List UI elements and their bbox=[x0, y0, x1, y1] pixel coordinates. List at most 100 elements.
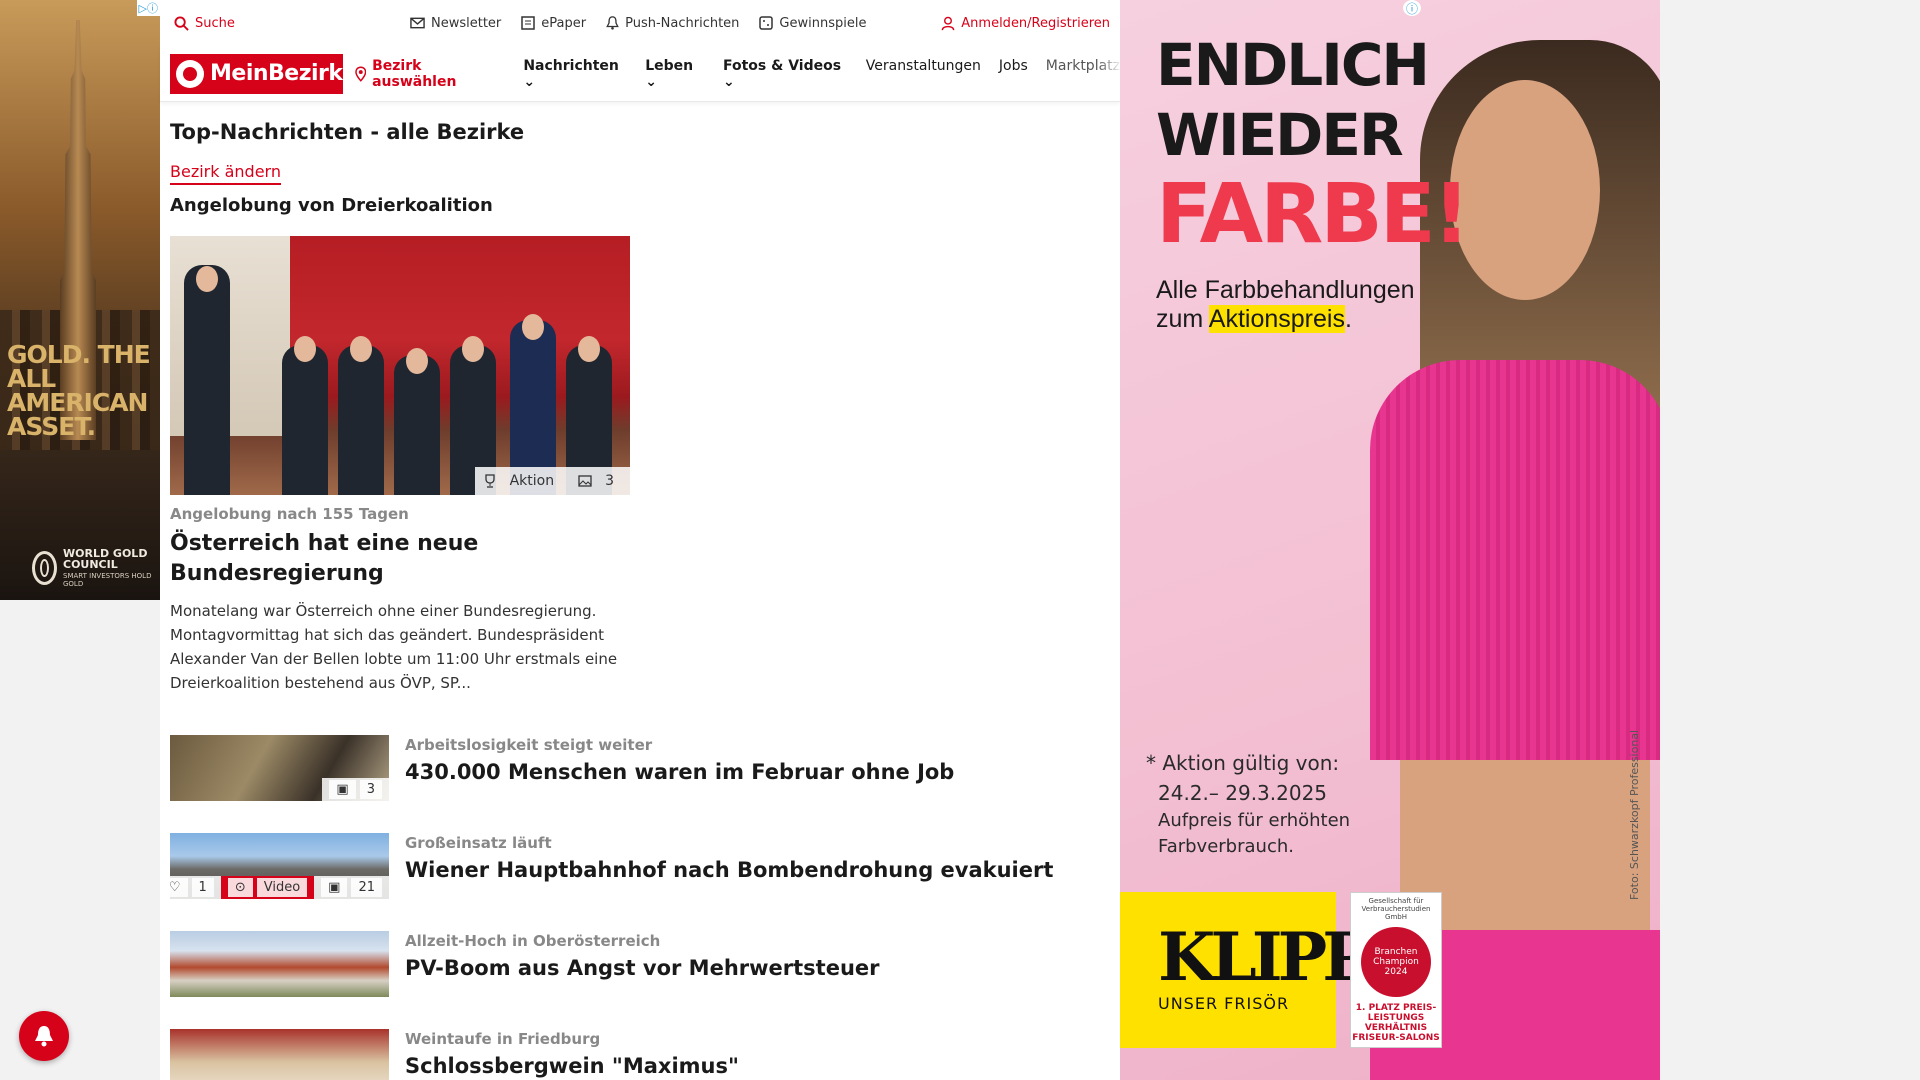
nav-label: Leben bbox=[645, 57, 694, 74]
ad-note-1: * Aktion gültig von: bbox=[1146, 751, 1340, 775]
video-badge[interactable]: ⊙ Video bbox=[220, 876, 315, 899]
chevron-down-icon: ⌄ bbox=[523, 73, 536, 90]
change-bezirk-link[interactable]: Bezirk ändern bbox=[170, 162, 281, 185]
article-kicker: Allzeit-Hoch in Oberösterreich bbox=[405, 932, 661, 950]
article-row[interactable]: ▣ 3 Arbeitslosigkeit steigt weiter 430.00… bbox=[170, 735, 1110, 801]
article-headline[interactable]: Schlossbergwein "Maximus" bbox=[405, 1054, 739, 1078]
article-thumbnail[interactable]: ▣ 3 bbox=[170, 735, 389, 801]
article-thumbnail[interactable] bbox=[170, 931, 389, 997]
article-kicker: Weintaufe in Friedburg bbox=[405, 1030, 601, 1048]
nav-item-nachrichten[interactable]: Nachrichten ⌄ bbox=[523, 58, 627, 90]
like-count: 1 bbox=[191, 878, 214, 897]
image-icon bbox=[578, 475, 592, 487]
nav-label: Nachrichten bbox=[523, 57, 619, 74]
ad-org-tag: SMART INVESTORS HOLD GOLD bbox=[63, 572, 152, 588]
thumb-badges: ♡ 1 ⊙ Video ▣ 21 bbox=[170, 876, 389, 899]
hero-kicker: Angelobung nach 155 Tagen bbox=[170, 505, 409, 523]
seal-center: Branchen Champion 2024 bbox=[1361, 927, 1431, 997]
seal-top: Gesellschaft für Verbraucherstudien GmbH bbox=[1361, 897, 1431, 921]
hero-teaser: Monatelang war Österreich ohne einer Bun… bbox=[170, 602, 618, 692]
trophy-icon bbox=[484, 474, 495, 488]
ad-brand-sub: UNSER FRISÖR bbox=[1158, 994, 1290, 1013]
ad-subline-1: Alle Farbbehandlungen bbox=[1156, 276, 1415, 304]
heart-icon: ♡ bbox=[170, 878, 188, 897]
photo-count-badge: ▣ 21 bbox=[314, 876, 389, 899]
ad-model-top bbox=[1370, 360, 1660, 760]
notification-bell-button[interactable] bbox=[19, 1011, 69, 1061]
nav-item-leben[interactable]: Leben ⌄ bbox=[645, 58, 705, 90]
search-button[interactable]: Suche bbox=[174, 16, 235, 31]
ad-model-face bbox=[1450, 80, 1600, 300]
article-thumbnail[interactable] bbox=[170, 1029, 389, 1080]
ad-brand-box: KLIPP UNSER FRISÖR bbox=[1120, 892, 1372, 1048]
bezirk-select-button[interactable]: Bezirk auswählen bbox=[354, 57, 506, 90]
content: Top-Nachrichten - alle Bezirke Bezirk än… bbox=[160, 102, 1120, 1080]
photo-count-badge: 3 bbox=[570, 467, 630, 495]
bezirk-label: Bezirk auswählen bbox=[372, 57, 457, 90]
action-badge-label: Aktion bbox=[509, 473, 555, 489]
push-label: Push-Nachrichten bbox=[625, 15, 740, 31]
article-kicker: Arbeitslosigkeit steigt weiter bbox=[405, 736, 653, 754]
article-headline[interactable]: 430.000 Menschen waren im Februar ohne J… bbox=[405, 760, 954, 784]
nav-item-veranstaltungen[interactable]: Veranstaltungen bbox=[866, 58, 981, 90]
bell-icon bbox=[606, 16, 619, 30]
topic-heading: Angelobung von Dreierkoalition bbox=[170, 195, 493, 216]
ad-award-seal: Gesellschaft für Verbraucherstudien GmbH… bbox=[1350, 892, 1442, 1048]
action-badge: Aktion bbox=[475, 467, 571, 495]
nav-label: Fotos & Videos bbox=[722, 57, 842, 74]
article-row[interactable]: Allzeit-Hoch in Oberösterreich PV-Boom a… bbox=[170, 931, 1110, 997]
wgc-logo-icon bbox=[32, 551, 57, 585]
image-icon: ▣ bbox=[329, 780, 356, 799]
adchoices-icon[interactable]: ▷ⓘ bbox=[136, 0, 160, 16]
hero-headline[interactable]: Österreich hat eine neue Bundesregierung bbox=[170, 529, 640, 589]
play-icon: ⊙ bbox=[227, 878, 253, 897]
ad-subline-2c: . bbox=[1344, 305, 1352, 333]
article-row[interactable]: Weintaufe in Friedburg Schlossbergwein "… bbox=[170, 1029, 1110, 1080]
nav-item-jobs[interactable]: Jobs bbox=[999, 58, 1028, 90]
photo-count: 3 bbox=[359, 780, 382, 799]
location-pin-icon bbox=[354, 66, 366, 82]
photo-count: 21 bbox=[351, 878, 382, 897]
page: ▷ⓘ GOLD. THE ALL AMERICAN ASSET. WORLD G… bbox=[0, 0, 1920, 1080]
ad-subline-2: zum Aktionspreis. bbox=[1156, 305, 1415, 334]
user-icon bbox=[941, 16, 955, 30]
push-link[interactable]: Push-Nachrichten bbox=[606, 16, 739, 31]
ad-right-banner[interactable]: ⓘ ENDLICH WIEDER FARBE! Alle Farbbehandl… bbox=[1120, 0, 1660, 1080]
photo-count: 3 bbox=[605, 473, 614, 489]
nav-menu: Nachrichten ⌄ Leben ⌄ Fotos & Videos ⌄ V… bbox=[523, 57, 1123, 90]
adchoices-icon[interactable]: ⓘ bbox=[1403, 0, 1421, 16]
hero-image[interactable]: Aktion 3 bbox=[170, 236, 630, 495]
ad-left-banner[interactable]: ▷ⓘ GOLD. THE ALL AMERICAN ASSET. WORLD G… bbox=[0, 0, 160, 600]
ad-photo-credit: Foto: Schwarzkopf Professional bbox=[1628, 729, 1641, 900]
nav-item-fotos-videos[interactable]: Fotos & Videos ⌄ bbox=[723, 58, 848, 90]
chevron-down-icon: ⌄ bbox=[645, 73, 657, 90]
ad-note: * Aktion gültig von: 24.2.– 29.3.2025 Au… bbox=[1146, 748, 1350, 860]
newsletter-label: Newsletter bbox=[431, 15, 502, 31]
article-thumbnail[interactable]: ♡ 1 ⊙ Video ▣ 21 bbox=[170, 833, 389, 899]
search-icon bbox=[174, 15, 189, 31]
site-logo[interactable]: MeinBezirk bbox=[170, 53, 343, 94]
login-label: Anmelden/Registrieren bbox=[961, 15, 1110, 31]
ad-note-4: Farbverbrauch. bbox=[1158, 836, 1294, 857]
login-link[interactable]: Anmelden/Registrieren bbox=[941, 16, 1110, 31]
article-headline[interactable]: PV-Boom aus Angst vor Mehrwertsteuer bbox=[405, 956, 880, 980]
ad-subline: Alle Farbbehandlungen zum Aktionspreis. bbox=[1156, 276, 1415, 334]
ad-headline-accent: FARBE! bbox=[1156, 167, 1470, 262]
newsletter-link[interactable]: Newsletter bbox=[410, 16, 501, 31]
ad-slogan: GOLD. THE ALL AMERICAN ASSET. bbox=[7, 340, 151, 441]
main-nav: MeinBezirk Bezirk auswählen Nachrichten … bbox=[160, 46, 1123, 102]
article-headline[interactable]: Wiener Hauptbahnhof nach Bombendrohung e… bbox=[405, 858, 1053, 882]
epaper-link[interactable]: ePaper bbox=[521, 16, 586, 31]
seal-bottom: 1. PLATZ PREIS-LEISTUNGS VERHÄLTNIS FRIS… bbox=[1352, 1003, 1440, 1043]
video-label: Video bbox=[256, 878, 308, 897]
search-label: Suche bbox=[195, 15, 235, 31]
ad-headline: ENDLICH WIEDER bbox=[1156, 31, 1430, 169]
section-title: Top-Nachrichten - alle Bezirke bbox=[170, 120, 525, 144]
photo-count-badge: ▣ 3 bbox=[322, 778, 389, 801]
ad-subline-2a: zum bbox=[1156, 305, 1209, 333]
article-row[interactable]: ♡ 1 ⊙ Video ▣ 21 Großeinsatz läuft Wiener H… bbox=[170, 833, 1110, 899]
like-badge[interactable]: ♡ 1 bbox=[170, 876, 221, 899]
gewinnspiele-link[interactable]: Gewinnspiele bbox=[759, 16, 866, 31]
main-column: Suche Newsletter ePaper Push-Nachrichten bbox=[160, 0, 1123, 1080]
nav-item-marktplatz[interactable]: Marktplatz bbox=[1046, 57, 1123, 90]
